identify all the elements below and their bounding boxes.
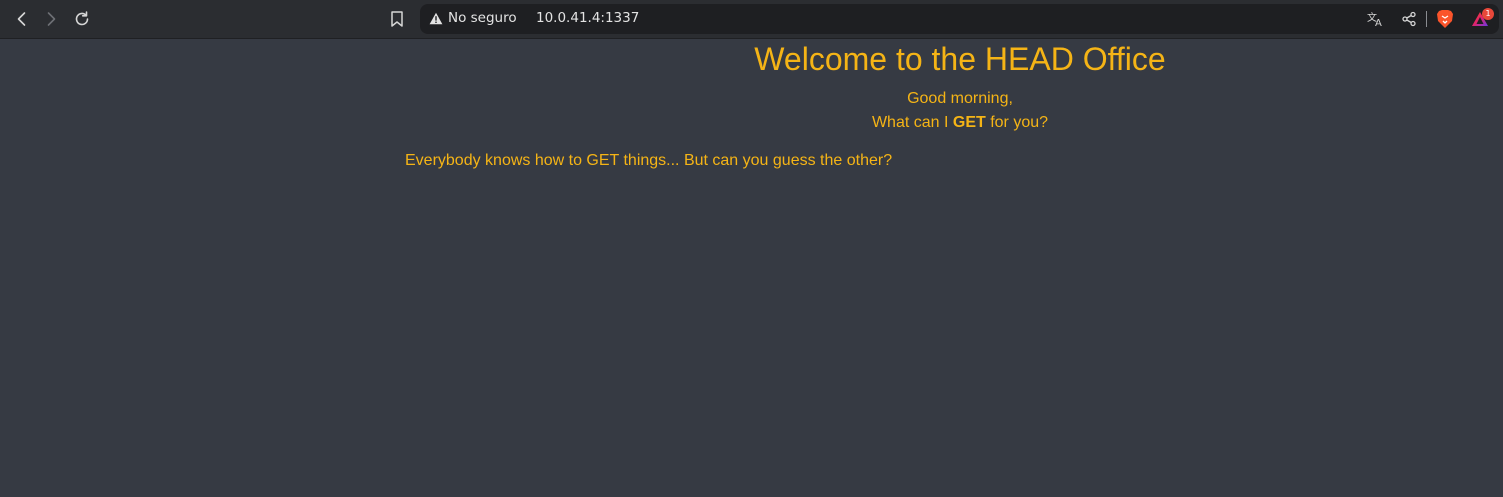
translate-icon[interactable]: 文A <box>1367 10 1385 28</box>
browser-toolbar: No seguro 10.0.41.4:1337 文A 1 <box>0 0 1503 39</box>
hint-text: Everybody knows how to GET things... But… <box>405 152 893 169</box>
chevron-right-icon <box>43 11 59 27</box>
bookmark-icon <box>389 10 405 28</box>
bookmark-button[interactable] <box>384 6 410 32</box>
page-title: Welcome to the HEAD Office <box>754 41 1166 77</box>
forward-button[interactable] <box>38 6 64 32</box>
greeting-question-method: GET <box>952 114 986 131</box>
greeting-question-suffix: for you? <box>985 114 1049 131</box>
chevron-left-icon <box>14 11 30 27</box>
reload-icon <box>73 10 91 28</box>
greeting-line: Good morning, <box>907 90 1013 107</box>
notification-badge: 1 <box>1482 8 1494 20</box>
greeting-question: What can I GET for you? <box>0 111 1503 135</box>
address-bar[interactable]: No seguro 10.0.41.4:1337 文A 1 <box>420 4 1499 34</box>
greeting-block: Good morning, What can I GET for you? <box>0 87 1503 135</box>
brave-lion-icon[interactable] <box>1436 10 1454 28</box>
svg-text:A: A <box>1375 18 1382 28</box>
reload-button[interactable] <box>69 6 95 32</box>
back-button[interactable] <box>9 6 35 32</box>
page-content: Welcome to the HEAD Office Good morning,… <box>0 40 1503 497</box>
security-status-label[interactable]: No seguro <box>448 10 517 26</box>
share-icon[interactable] <box>1400 10 1418 28</box>
warning-triangle-icon[interactable] <box>429 12 443 30</box>
greeting-question-prefix: What can I <box>871 114 953 131</box>
toolbar-divider <box>1426 11 1427 27</box>
url-text[interactable]: 10.0.41.4:1337 <box>536 10 639 26</box>
